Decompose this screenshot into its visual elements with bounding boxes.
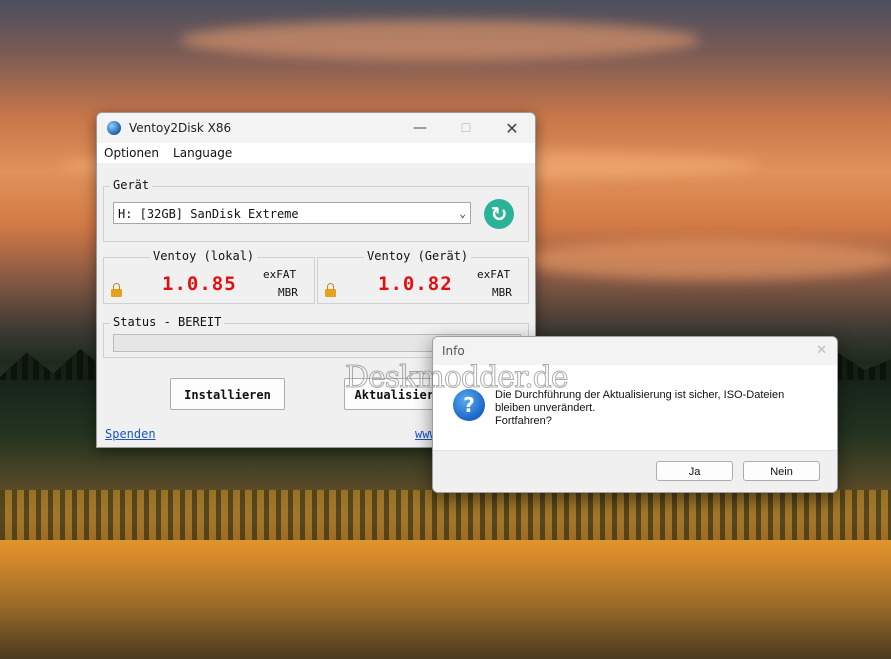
dialog-message-line: bleiben unverändert. xyxy=(495,402,596,414)
device-version-value: 1.0.82 xyxy=(378,273,453,295)
dialog-title: Info xyxy=(442,344,465,358)
cloud-streak xyxy=(180,20,700,60)
local-version-value: 1.0.85 xyxy=(162,273,237,295)
maximize-button: ☐ xyxy=(460,121,472,135)
dialog-message-line: Fortfahren? xyxy=(495,415,552,427)
minimize-button[interactable]: — xyxy=(397,113,443,143)
device-version-label: Ventoy (Gerät) xyxy=(364,249,472,263)
menu-optionen[interactable]: Optionen xyxy=(97,146,166,160)
install-button[interactable]: Installieren xyxy=(170,378,285,410)
watermark-logo: Deskmodder.de xyxy=(345,360,570,396)
cloud-streak xyxy=(520,240,891,280)
no-button[interactable]: Nein xyxy=(743,461,820,481)
title-bar[interactable]: Ventoy2Disk X86 — ☐ ✕ xyxy=(97,113,535,143)
lock-icon xyxy=(325,283,336,297)
device-fs: exFAT xyxy=(477,268,511,281)
donate-link[interactable]: Spenden xyxy=(105,427,156,441)
yes-button[interactable]: Ja xyxy=(656,461,733,481)
device-select-value: H: [32GB] SanDisk Extreme xyxy=(118,207,299,221)
local-version-label: Ventoy (lokal) xyxy=(150,249,258,263)
menu-bar: Optionen Language xyxy=(97,143,535,163)
device-partition: MBR xyxy=(492,286,512,299)
lake-reflection xyxy=(0,490,891,540)
device-group-label: Gerät xyxy=(110,178,153,192)
refresh-icon[interactable]: ↻ xyxy=(484,199,514,229)
menu-language[interactable]: Language xyxy=(166,146,239,160)
status-label: Status - BEREIT xyxy=(110,315,225,329)
local-partition: MBR xyxy=(278,286,298,299)
device-select[interactable]: H: [32GB] SanDisk Extreme ⌄ xyxy=(113,202,471,224)
close-button[interactable]: ✕ xyxy=(489,113,535,143)
chevron-down-icon: ⌄ xyxy=(459,207,466,220)
local-fs: exFAT xyxy=(263,268,297,281)
window-title: Ventoy2Disk X86 xyxy=(129,121,232,135)
ventoy-icon xyxy=(107,121,121,135)
close-icon[interactable]: ✕ xyxy=(816,337,827,365)
lock-icon xyxy=(111,283,122,297)
dialog-footer: Ja Nein xyxy=(433,450,837,492)
